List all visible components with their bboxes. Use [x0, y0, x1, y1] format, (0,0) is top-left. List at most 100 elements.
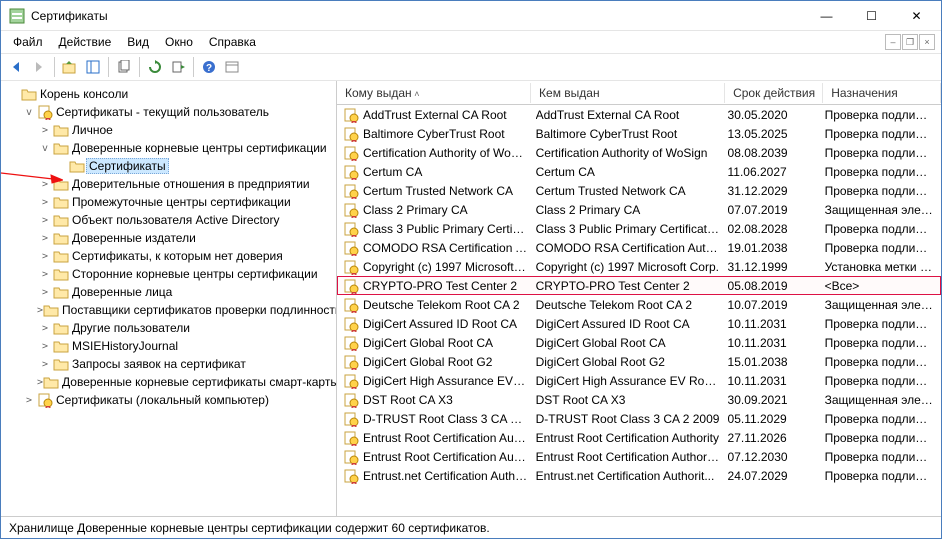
show-tree-button[interactable] [82, 56, 104, 78]
table-row[interactable]: Certum Trusted Network CACertum Trusted … [337, 181, 941, 200]
expand-toggle[interactable]: > [37, 179, 53, 190]
expand-toggle[interactable]: > [37, 359, 53, 370]
expand-toggle[interactable]: > [37, 125, 53, 136]
expand-toggle[interactable]: > [21, 395, 37, 406]
tree-item[interactable]: >Промежуточные центры сертификации [1, 193, 336, 211]
menu-window[interactable]: Окно [157, 33, 201, 51]
copy-button[interactable] [113, 56, 135, 78]
list-body[interactable]: AddTrust External CA RootAddTrust Extern… [337, 105, 941, 516]
folder-icon [53, 266, 69, 282]
folder-icon [53, 356, 69, 372]
expand-toggle[interactable]: > [37, 269, 53, 280]
table-row[interactable]: DigiCert Global Root G2DigiCert Global R… [337, 352, 941, 371]
tree-item[interactable]: >Доверенные издатели [1, 229, 336, 247]
cell-issued-by: Deutsche Telekom Root CA 2 [536, 298, 728, 312]
mdi-minimize[interactable]: – [885, 34, 901, 50]
mdi-close[interactable]: × [919, 34, 935, 50]
table-row[interactable]: DST Root CA X3DST Root CA X330.09.2021За… [337, 390, 941, 409]
expand-toggle[interactable]: > [37, 233, 53, 244]
table-row[interactable]: Certification Authority of WoSignCertifi… [337, 143, 941, 162]
certificate-icon [343, 202, 359, 218]
cell-purpose: Проверка подлинности [825, 108, 941, 122]
menu-action[interactable]: Действие [51, 33, 120, 51]
cell-issued-by: DigiCert Global Root CA [536, 336, 728, 350]
table-row[interactable]: Class 2 Primary CAClass 2 Primary CA07.0… [337, 200, 941, 219]
tree-item[interactable]: > Доверительные отношения в предприятии [1, 175, 336, 193]
properties-button[interactable] [221, 56, 243, 78]
tree-item[interactable]: vДоверенные корневые центры сертификации [1, 139, 336, 157]
tree-item-label: Запросы заявок на сертификат [72, 357, 246, 371]
tree-item-label: Доверительные отношения в предприятии [72, 177, 310, 191]
cell-issued-by: Entrust Root Certification Authori... [536, 450, 728, 464]
folder-icon [53, 212, 69, 228]
tree-item[interactable]: >MSIEHistoryJournal [1, 337, 336, 355]
minimize-button[interactable]: — [804, 1, 849, 30]
up-folder-button[interactable] [59, 56, 81, 78]
menu-view[interactable]: Вид [119, 33, 157, 51]
tree-item[interactable]: >Сторонние корневые центры сертификации [1, 265, 336, 283]
table-row[interactable]: D-TRUST Root Class 3 CA 2 2009D-TRUST Ro… [337, 409, 941, 428]
table-row[interactable]: DigiCert High Assurance EV Ro...DigiCert… [337, 371, 941, 390]
expand-toggle[interactable]: > [37, 287, 53, 298]
tree-view[interactable]: Корень консоли vСертификаты - текущий пол… [1, 81, 337, 516]
help-button[interactable]: ? [198, 56, 220, 78]
table-row[interactable]: Copyright (c) 1997 Microsoft C...Copyrig… [337, 257, 941, 276]
table-row[interactable]: DigiCert Global Root CADigiCert Global R… [337, 333, 941, 352]
cell-issued-by: DST Root CA X3 [536, 393, 728, 407]
tree-item[interactable]: >Другие пользователи [1, 319, 336, 337]
table-row[interactable]: Entrust Root Certification Auth...Entrus… [337, 447, 941, 466]
tree-item[interactable]: > Запросы заявок на сертификат [1, 355, 336, 373]
table-row[interactable]: Deutsche Telekom Root CA 2Deutsche Telek… [337, 295, 941, 314]
close-button[interactable]: ✕ [894, 1, 939, 30]
expand-toggle[interactable]: v [37, 143, 53, 154]
table-row[interactable]: COMODO RSA Certification Au...COMODO RSA… [337, 238, 941, 257]
tree-item[interactable]: >Личное [1, 121, 336, 139]
maximize-button[interactable]: ☐ [849, 1, 894, 30]
column-header[interactable]: Кем выдан [531, 83, 725, 103]
tree-item[interactable]: >Сертификаты (локальный компьютер) [1, 391, 336, 409]
cell-purpose: Защищенная электронная почта [825, 203, 941, 217]
menu-help[interactable]: Справка [201, 33, 264, 51]
tree-item[interactable]: >Доверенные лица [1, 283, 336, 301]
cell-issued-to: Entrust Root Certification Auth... [363, 450, 536, 464]
certificate-icon [343, 335, 359, 351]
tree-item[interactable]: >Объект пользователя Active Directory [1, 211, 336, 229]
tree-item[interactable]: >Доверенные корневые сертификаты смарт-к… [1, 373, 336, 391]
column-header[interactable]: Срок действия [725, 83, 823, 103]
expand-toggle[interactable]: > [37, 215, 53, 226]
export-button[interactable] [167, 56, 189, 78]
forward-button[interactable] [28, 56, 50, 78]
expand-toggle[interactable]: > [37, 341, 53, 352]
menubar: Файл Действие Вид Окно Справка – ❐ × [1, 31, 941, 53]
tree-item[interactable]: >Поставщики сертификатов проверки подлин… [1, 301, 336, 319]
refresh-button[interactable] [144, 56, 166, 78]
tree-item[interactable]: Сертификаты [1, 157, 336, 175]
menu-file[interactable]: Файл [5, 33, 51, 51]
tree-item[interactable]: >Сертификаты, к которым нет доверия [1, 247, 336, 265]
expand-toggle[interactable]: v [21, 107, 37, 118]
table-row[interactable]: Certum CACertum CA11.06.2027Проверка под… [337, 162, 941, 181]
mdi-restore[interactable]: ❐ [902, 34, 918, 50]
folder-icon [53, 176, 69, 192]
cell-issued-by: Copyright (c) 1997 Microsoft Corp. [536, 260, 728, 274]
table-row[interactable]: Entrust.net Certification Author...Entru… [337, 466, 941, 485]
column-header[interactable]: Кому выдан [337, 83, 531, 103]
table-row[interactable]: DigiCert Assured ID Root CADigiCert Assu… [337, 314, 941, 333]
tree-item[interactable]: vСертификаты - текущий пользователь [1, 103, 336, 121]
expand-toggle[interactable]: > [37, 251, 53, 262]
cell-expiry: 10.07.2019 [728, 298, 825, 312]
certificate-icon [343, 430, 359, 446]
table-row[interactable]: CRYPTO-PRO Test Center 2CRYPTO-PRO Test … [337, 276, 941, 295]
table-row[interactable]: Class 3 Public Primary Certificat...Clas… [337, 219, 941, 238]
expand-toggle[interactable]: > [37, 197, 53, 208]
table-row[interactable]: Baltimore CyberTrust RootBaltimore Cyber… [337, 124, 941, 143]
table-row[interactable]: AddTrust External CA RootAddTrust Extern… [337, 105, 941, 124]
column-header[interactable]: Назначения [823, 83, 941, 103]
tree-item-label: Корень консоли [40, 87, 128, 101]
certificate-icon [343, 126, 359, 142]
tree-item[interactable]: Корень консоли [1, 85, 336, 103]
table-row[interactable]: Entrust Root Certification Auth...Entrus… [337, 428, 941, 447]
expand-toggle[interactable]: > [37, 323, 53, 334]
certificate-icon [343, 411, 359, 427]
back-button[interactable] [5, 56, 27, 78]
